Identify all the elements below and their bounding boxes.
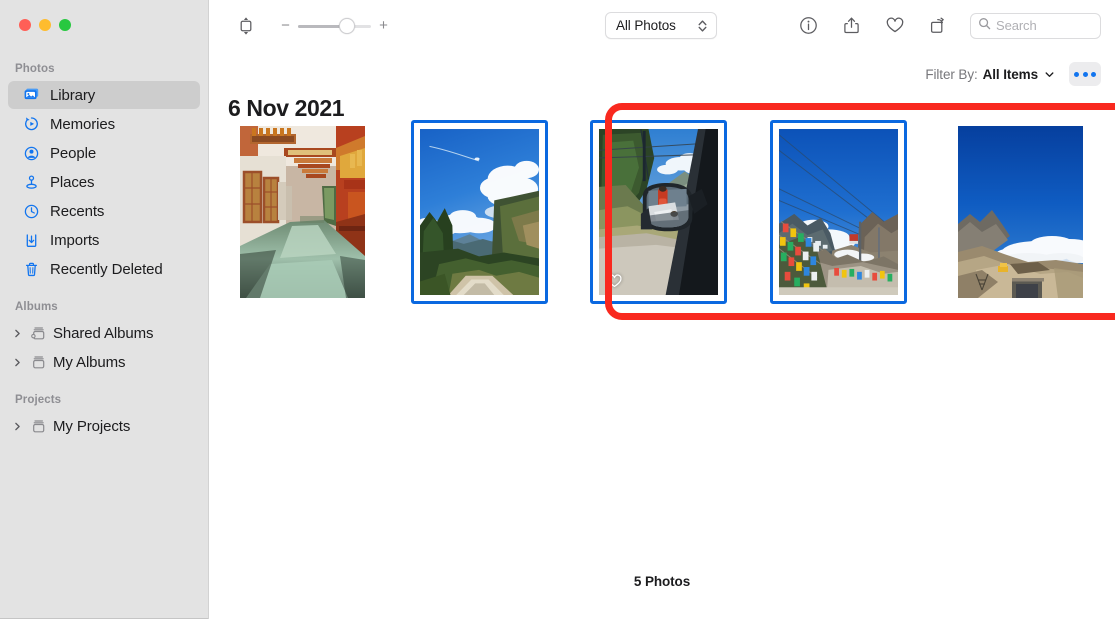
album-icon xyxy=(29,353,48,372)
search-input[interactable]: Search xyxy=(996,18,1037,33)
photo-thumbnail-selected[interactable] xyxy=(411,120,548,304)
main-content: − + All Photos Search Filter By: All Ite… xyxy=(209,0,1115,619)
photo-thumbnail[interactable] xyxy=(240,126,365,298)
sidebar-section-photos: Photos xyxy=(15,63,55,75)
people-icon xyxy=(22,144,41,163)
more-options-button[interactable] xyxy=(1069,62,1101,86)
sidebar-item-label: People xyxy=(50,144,97,162)
chevron-right-icon[interactable] xyxy=(11,420,24,433)
window-traffic-lights xyxy=(0,0,208,46)
slider-knob[interactable] xyxy=(339,17,355,34)
shared-album-icon xyxy=(29,324,48,343)
info-circle-icon[interactable] xyxy=(787,12,830,40)
sidebar-item-recents[interactable]: Recents xyxy=(8,197,200,225)
sidebar-item-my-albums[interactable]: My Albums xyxy=(8,348,200,376)
sidebar-item-recently-deleted[interactable]: Recently Deleted xyxy=(8,255,200,283)
sidebar-item-label: Shared Albums xyxy=(53,324,154,342)
library-icon xyxy=(22,86,41,105)
sidebar-item-library[interactable]: Library xyxy=(8,81,200,109)
favorite-badge-icon xyxy=(606,273,623,289)
sidebar-item-label: Places xyxy=(50,173,95,191)
view-filter-value: All Photos xyxy=(616,18,676,33)
chevron-down-icon xyxy=(1044,69,1055,80)
zoom-in-label[interactable]: + xyxy=(378,18,389,33)
search-field[interactable]: Search xyxy=(970,12,1101,39)
sidebar-section-projects: Projects xyxy=(15,394,62,406)
sidebar-section-albums: Albums xyxy=(15,301,58,313)
toolbar: − + All Photos Search xyxy=(209,0,1115,51)
close-button[interactable] xyxy=(19,19,31,31)
zoom-button[interactable] xyxy=(59,19,71,31)
filter-by-value: All Items xyxy=(982,66,1038,82)
filter-by-label: Filter By: xyxy=(925,66,978,82)
chevron-right-icon[interactable] xyxy=(11,356,24,369)
photo-thumbnail-selected[interactable] xyxy=(770,120,907,304)
more-options-icon xyxy=(1074,71,1079,77)
up-down-chevron-icon xyxy=(697,18,708,34)
sidebar-item-label: Recently Deleted xyxy=(50,260,163,278)
sidebar-item-label: My Projects xyxy=(53,417,131,435)
sidebar-item-imports[interactable]: Imports xyxy=(8,226,200,254)
rotate-icon[interactable] xyxy=(916,12,959,40)
share-icon[interactable] xyxy=(830,12,873,40)
date-header: 6 Nov 2021 xyxy=(228,95,345,121)
photo-image xyxy=(240,126,365,298)
sidebar-item-label: Recents xyxy=(50,202,105,220)
zoom-out-label[interactable]: − xyxy=(280,18,291,33)
search-icon xyxy=(978,17,991,35)
more-options-icon xyxy=(1091,71,1096,77)
photo-thumbnail[interactable] xyxy=(958,126,1083,298)
sidebar-item-memories[interactable]: Memories xyxy=(8,110,200,138)
photos-app-window: Photos Library Memories People Places Re… xyxy=(0,0,1115,619)
sidebar: Photos Library Memories People Places Re… xyxy=(0,0,209,619)
more-options-icon xyxy=(1082,71,1088,77)
sidebar-item-places[interactable]: Places xyxy=(8,168,200,196)
trash-icon xyxy=(22,260,41,279)
sidebar-item-label: Library xyxy=(50,86,96,104)
aspect-ratio-icon[interactable] xyxy=(231,12,261,40)
photo-grid xyxy=(209,120,1115,306)
photo-image xyxy=(779,129,898,295)
sidebar-item-label: Memories xyxy=(50,115,116,133)
sidebar-item-label: Imports xyxy=(50,231,100,249)
chevron-right-icon[interactable] xyxy=(11,327,24,340)
photo-image xyxy=(599,129,718,295)
toolbar-right-actions: Search xyxy=(787,0,1101,51)
filter-by-control[interactable]: Filter By: All Items xyxy=(925,67,1055,82)
heart-icon[interactable] xyxy=(873,12,916,40)
project-icon xyxy=(29,417,48,436)
view-filter-popup-button[interactable]: All Photos xyxy=(605,12,717,39)
imports-download-icon xyxy=(22,231,41,250)
sidebar-item-people[interactable]: People xyxy=(8,139,200,167)
places-pin-icon xyxy=(22,173,41,192)
photo-image xyxy=(958,126,1083,298)
recents-clock-icon xyxy=(22,202,41,221)
photo-image xyxy=(420,129,539,295)
minimize-button[interactable] xyxy=(39,19,51,31)
zoom-slider[interactable] xyxy=(298,17,371,34)
zoom-slider-group: − + xyxy=(280,17,389,34)
sidebar-item-my-projects[interactable]: My Projects xyxy=(8,412,200,440)
photo-thumbnail-selected[interactable] xyxy=(590,120,727,304)
memories-icon xyxy=(22,115,41,134)
sidebar-item-label: My Albums xyxy=(53,353,126,371)
sidebar-item-shared-albums[interactable]: Shared Albums xyxy=(8,319,200,347)
photo-count-label: 5 Photos xyxy=(633,574,691,589)
filter-bar: Filter By: All Items xyxy=(925,62,1101,86)
